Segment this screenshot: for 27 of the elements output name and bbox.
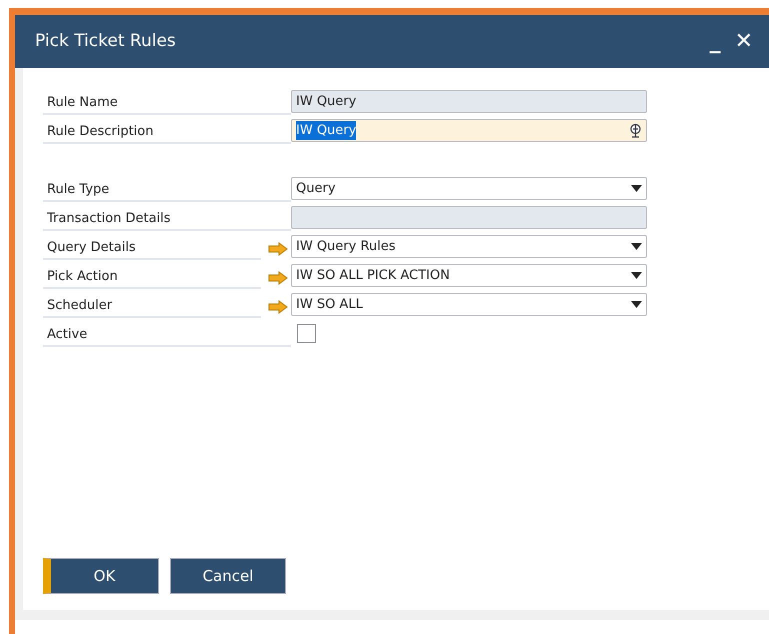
input-field[interactable]: IW Query bbox=[291, 119, 647, 142]
field-label: Query Details bbox=[43, 234, 261, 260]
cancel-button[interactable]: Cancel bbox=[170, 558, 286, 594]
caret-icon[interactable] bbox=[631, 272, 642, 279]
field-label: Scheduler bbox=[43, 292, 261, 318]
field-label: Rule Name bbox=[43, 88, 291, 114]
field-label: Rule Description bbox=[43, 118, 291, 144]
arrow-icon[interactable] bbox=[268, 242, 288, 256]
globe-icon[interactable] bbox=[629, 123, 642, 138]
close-button[interactable]: ✕ bbox=[734, 30, 753, 52]
dropdown-field[interactable]: Query bbox=[291, 177, 647, 200]
arrow-icon[interactable] bbox=[268, 300, 288, 314]
caret-icon[interactable] bbox=[631, 301, 642, 308]
ok-button[interactable]: OK bbox=[43, 558, 159, 594]
field-label: Rule Type bbox=[43, 176, 291, 202]
dropdown-field[interactable]: IW SO ALL PICK ACTION bbox=[291, 264, 647, 287]
caret-icon[interactable] bbox=[631, 185, 642, 192]
checkbox[interactable] bbox=[297, 324, 316, 343]
field-label: Pick Action bbox=[43, 262, 261, 288]
field-label: Active bbox=[43, 320, 291, 346]
window-title: Pick Ticket Rules bbox=[35, 30, 177, 53]
arrow-icon[interactable] bbox=[268, 270, 288, 284]
caret-icon[interactable] bbox=[631, 243, 642, 250]
dropdown-field[interactable]: IW Query Rules bbox=[291, 235, 647, 258]
field-label: Transaction Details bbox=[43, 204, 291, 230]
dropdown-field[interactable]: IW SO ALL bbox=[291, 293, 647, 316]
minimize-button[interactable]: _ bbox=[710, 30, 721, 52]
